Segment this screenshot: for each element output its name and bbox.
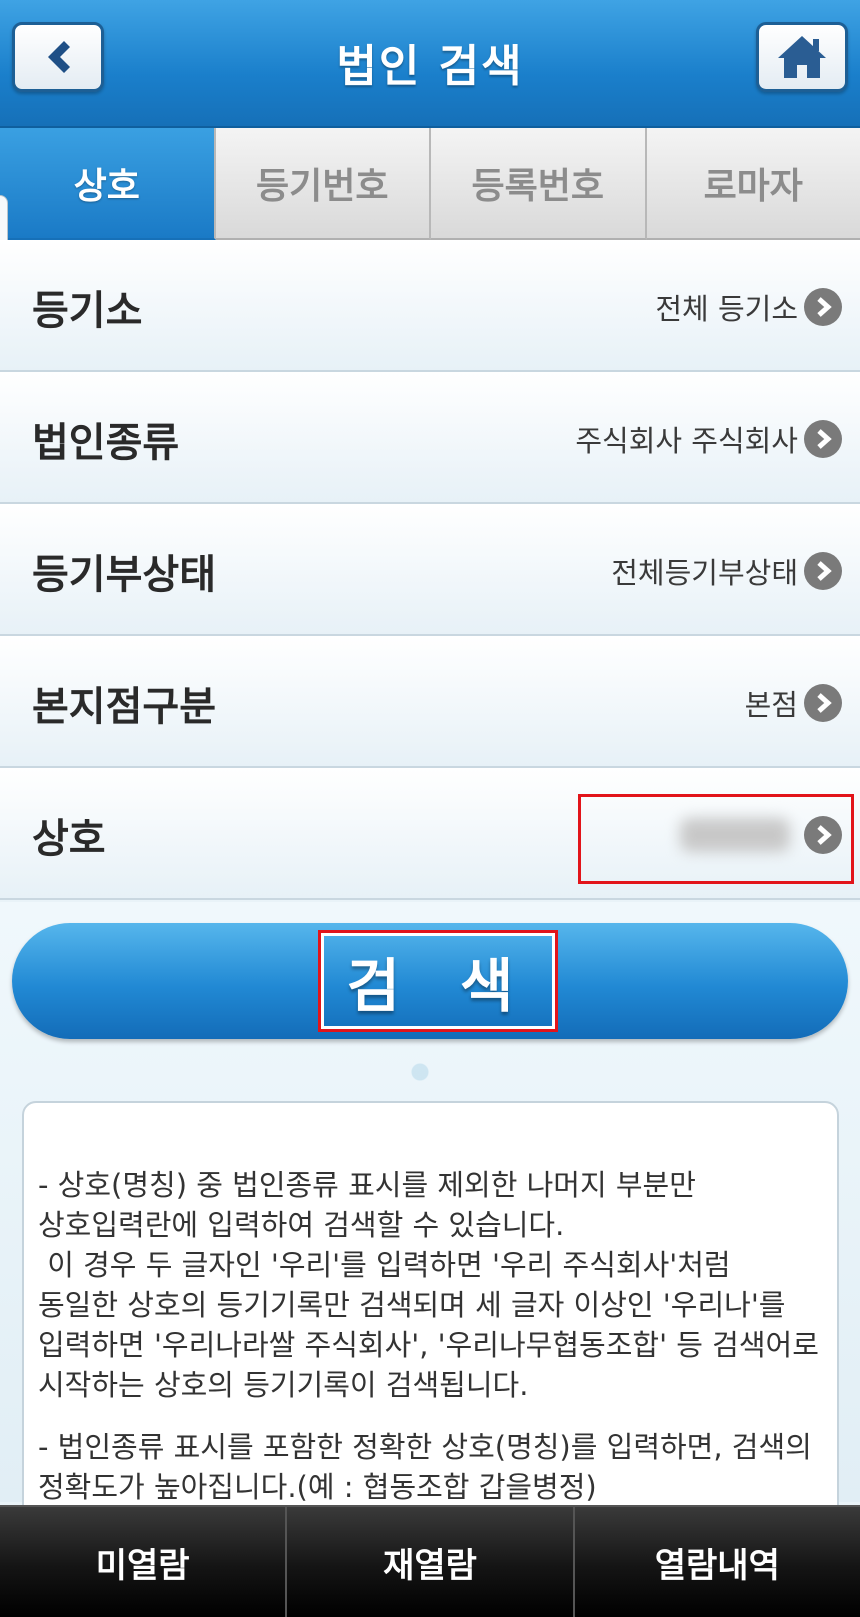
highlight-annotation-box [578,794,854,884]
row-value: 주식회사 주식회사 [575,424,798,458]
chevron-right-icon [804,552,842,590]
row-label: 등기부상태 [32,552,216,598]
row-value: 전체 등기소 [655,292,798,326]
nav-history[interactable]: 열람내역 [575,1507,860,1617]
row-label: 법인종류 [32,420,180,466]
chevron-right-icon [804,684,842,722]
row-label: 상호 [32,816,106,862]
help-text-box: - 상호(명칭) 중 법인종류 표시를 제외한 나머지 부분만 상호입력란에 입… [22,1101,839,1521]
row-branch-type[interactable]: 본지점구분 본점 [0,636,860,768]
highlight-annotation-box [318,930,558,1032]
chevron-right-icon [804,420,842,458]
help-paragraph: - 법인종류 표시를 포함한 정확한 상호(명칭)를 입력하면, 검색의 정확도… [38,1430,822,1504]
nav-unviewed[interactable]: 미열람 [0,1507,288,1617]
nav-review[interactable]: 재열람 [287,1507,575,1617]
row-value: 본점 [744,688,798,722]
home-icon [778,36,826,78]
chevron-right-icon [804,288,842,326]
search-type-tabs: 상호 등기번호 등록번호 로마자 [0,128,860,240]
help-paragraph: - 상호(명칭) 중 법인종류 표시를 제외한 나머지 부분만 상호입력란에 입… [38,1168,819,1402]
row-label: 등기소 [32,288,143,334]
tab-roman-name[interactable]: 로마자 [646,128,860,240]
tab-registration-number[interactable]: 등기번호 [215,128,431,240]
bottom-navigation: 미열람 재열람 열람내역 [0,1505,860,1617]
row-corporation-type[interactable]: 법인종류 주식회사 주식회사 [0,372,860,504]
page-title: 법인 검색 [336,41,524,92]
row-label: 본지점구분 [32,684,216,730]
row-value: 전체등기부상태 [611,556,798,590]
row-registry-status[interactable]: 등기부상태 전체등기부상태 [0,504,860,636]
tab-enrollment-number[interactable]: 등록번호 [431,128,647,240]
tab-company-name[interactable]: 상호 [0,128,216,240]
app-header: 법인 검색 [0,0,860,128]
row-registry-office[interactable]: 등기소 전체 등기소 [0,240,860,372]
home-button[interactable] [756,22,848,92]
